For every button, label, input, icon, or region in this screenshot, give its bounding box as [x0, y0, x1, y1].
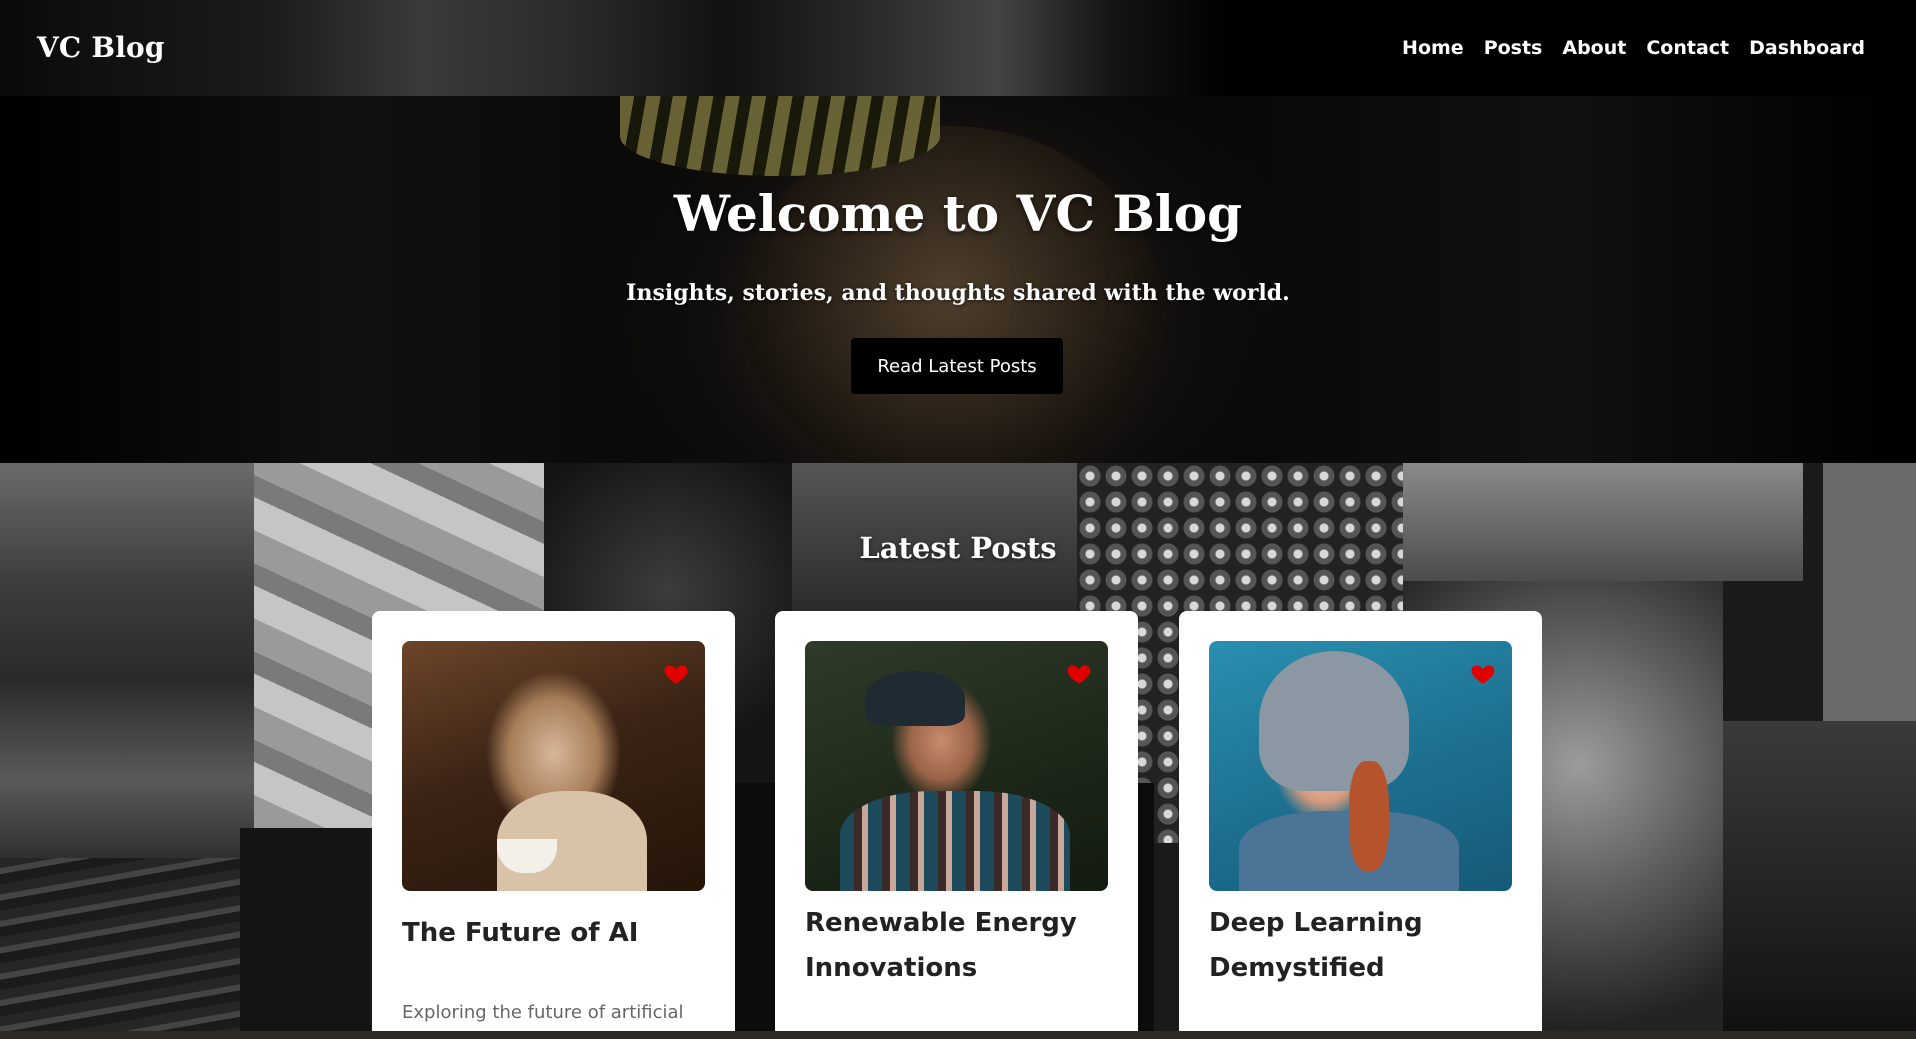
post-card[interactable]: Deep Learning Demystified	[1179, 611, 1542, 1031]
collage-night-figure	[1723, 721, 1916, 1031]
post-title[interactable]: Renewable Energy Innovations	[805, 901, 1105, 991]
navbar: VC Blog Home Posts About Contact Dashboa…	[0, 0, 1916, 96]
latest-posts-heading: Latest Posts	[859, 531, 1057, 565]
post-image-man-in-beanie	[805, 641, 1108, 891]
page-bottom-edge	[0, 1031, 1916, 1039]
collage-photo-corner	[1823, 463, 1916, 721]
post-image-woman-with-coffee	[402, 641, 705, 891]
post-card[interactable]: The Future of AI Exploring the future of…	[372, 611, 735, 1031]
hero-subtitle: Insights, stories, and thoughts shared w…	[626, 280, 1290, 306]
nav-link-posts[interactable]: Posts	[1484, 37, 1543, 59]
post-excerpt: Exploring the future of artificial	[402, 1002, 684, 1023]
latest-posts-section: Latest Posts The Future of AI Exploring …	[0, 463, 1916, 1031]
post-card[interactable]: Renewable Energy Innovations	[775, 611, 1138, 1031]
hero-title: Welcome to VC Blog	[673, 184, 1243, 243]
collage-city-street	[0, 463, 254, 858]
post-title[interactable]: The Future of AI	[402, 911, 702, 956]
heart-icon[interactable]	[1470, 661, 1496, 687]
heart-icon[interactable]	[663, 661, 689, 687]
nav-link-dashboard[interactable]: Dashboard	[1749, 37, 1865, 59]
hero-banner: Welcome to VC Blog Insights, stories, an…	[0, 96, 1916, 463]
read-latest-posts-button[interactable]: Read Latest Posts	[851, 338, 1063, 394]
nav-link-contact[interactable]: Contact	[1646, 37, 1729, 59]
heart-icon[interactable]	[1066, 661, 1092, 687]
post-image-woman-in-hoodie	[1209, 641, 1512, 891]
nav-links: Home Posts About Contact Dashboard	[1382, 37, 1865, 59]
post-title[interactable]: Deep Learning Demystified	[1209, 901, 1509, 991]
brand-logo[interactable]: VC Blog	[37, 31, 165, 64]
collage-ocean-waves	[0, 858, 240, 1031]
nav-link-about[interactable]: About	[1562, 37, 1626, 59]
nav-link-home[interactable]: Home	[1402, 37, 1464, 59]
collage-dark-panel	[240, 828, 370, 1031]
